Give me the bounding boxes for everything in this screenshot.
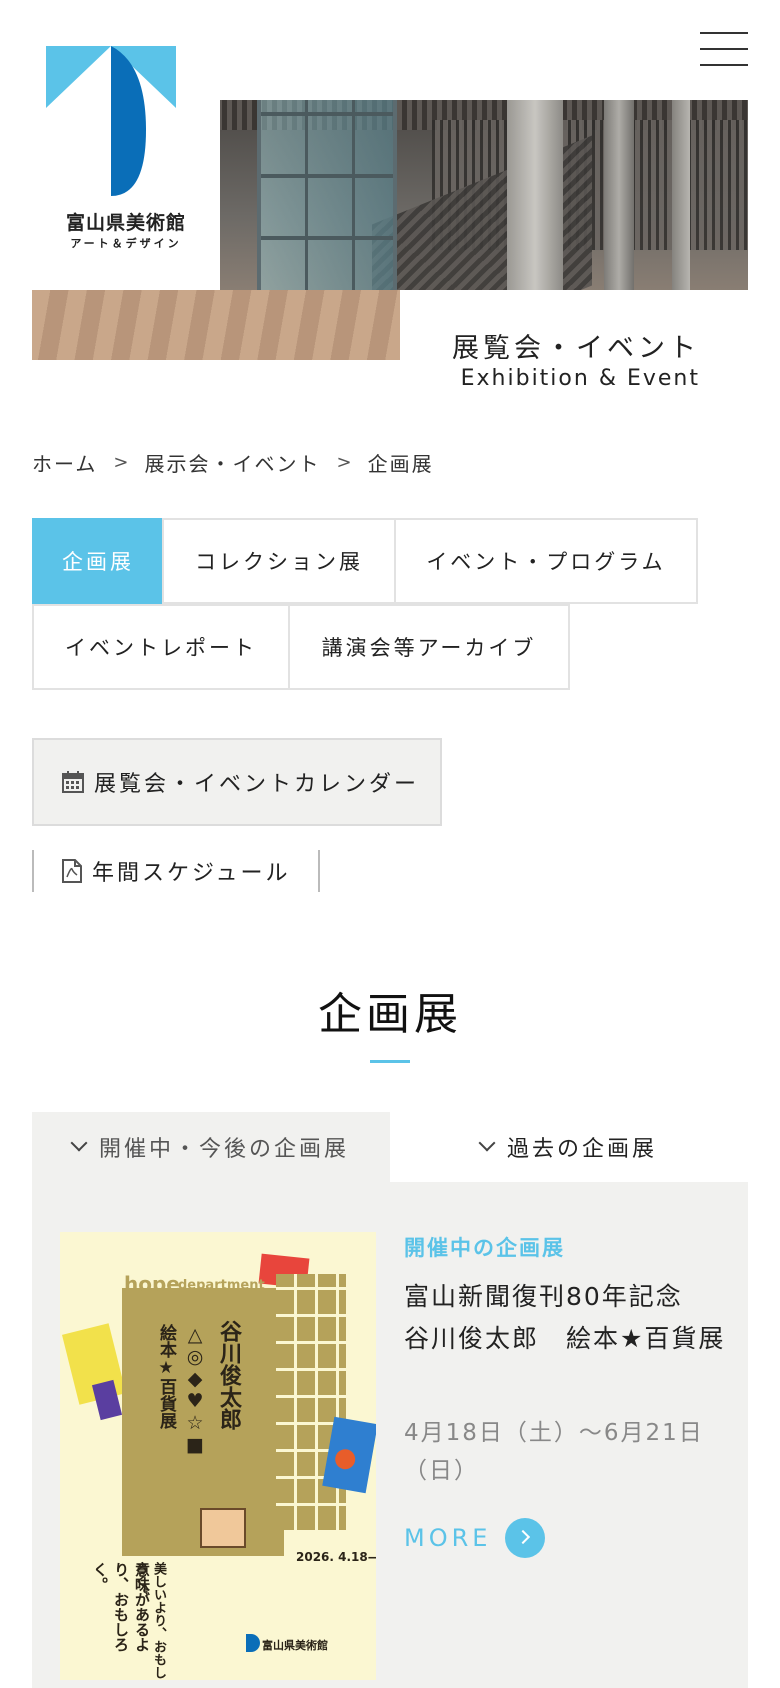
site-logo[interactable]: 富山県美術館 アート＆デザイン	[32, 32, 220, 290]
tab-event-report[interactable]: イベントレポート	[32, 604, 290, 690]
page-title-en: Exhibition & Event	[460, 366, 700, 391]
arrow-right-icon	[505, 1518, 546, 1558]
poster-date: 2026. 4.18—6.21	[296, 1550, 376, 1564]
section-divider	[370, 1060, 410, 1063]
tab-special-exhibition[interactable]: 企画展	[32, 518, 164, 604]
breadcrumb: ホーム > 展示会・イベント > 企画展	[32, 448, 434, 477]
poster-exhibition-name: 絵本★百貨展	[156, 1324, 176, 1429]
logo-name: 富山県美術館	[65, 212, 186, 234]
page-title: 展覧会・イベント	[452, 333, 700, 364]
more-button[interactable]: MORE	[404, 1518, 546, 1558]
annual-schedule-button[interactable]: 年間スケジュール	[32, 850, 320, 892]
filter-past-label: 過去の企画展	[506, 1137, 657, 1162]
logo-subtitle: アート＆デザイン	[70, 237, 182, 250]
chevron-down-icon	[478, 1134, 496, 1152]
poster-hope-text: hope	[124, 1272, 180, 1296]
museum-logo-icon	[246, 1634, 260, 1652]
page-title-box: 展覧会・イベント Exhibition & Event	[400, 290, 748, 400]
event-status: 開催中の企画展	[404, 1236, 565, 1260]
museum-logo-icon	[46, 46, 176, 196]
poster-face-illustration	[200, 1508, 246, 1548]
chevron-down-icon	[70, 1134, 88, 1152]
calendar-icon	[62, 771, 84, 793]
event-calendar-label: 展覧会・イベントカレンダー	[94, 772, 420, 797]
event-calendar-button[interactable]: 展覧会・イベントカレンダー	[32, 738, 442, 826]
chevron-right-icon: >	[113, 452, 131, 473]
pdf-icon	[62, 859, 82, 883]
poster-author-name: 谷川俊太郎	[216, 1320, 241, 1430]
tab-lecture-archive[interactable]: 講演会等アーカイブ	[288, 604, 570, 690]
filter-current-upcoming-label: 開催中・今後の企画展	[98, 1137, 349, 1162]
hamburger-icon[interactable]	[700, 30, 748, 68]
poster-copy-2: 意味があるより、おもしろく。	[91, 1562, 151, 1652]
breadcrumb-home[interactable]: ホーム	[32, 448, 97, 477]
exhibition-poster[interactable]: hope department 谷川俊太郎 △◎◆♥☆■ 絵本★百貨展 美しいよ…	[60, 1232, 376, 1680]
annual-schedule-label: 年間スケジュール	[92, 861, 291, 886]
section-title: 企画展	[318, 989, 462, 1040]
poster-department-text: department	[178, 1278, 265, 1293]
poster-symbols: △◎◆♥☆■	[184, 1324, 206, 1456]
chevron-right-icon: >	[336, 452, 354, 473]
poster-museum-name: 富山県美術館	[262, 1639, 328, 1652]
tab-event-program[interactable]: イベント・プログラム	[394, 518, 698, 604]
filter-current-upcoming[interactable]: 開催中・今後の企画展	[32, 1112, 390, 1182]
category-tabs-row-2: イベントレポート 講演会等アーカイブ	[32, 604, 570, 690]
filter-past[interactable]: 過去の企画展	[390, 1112, 748, 1182]
event-title[interactable]: 富山新聞復刊80年記念 谷川俊太郎 絵本★百貨展	[404, 1276, 730, 1360]
breadcrumb-exhibition-event[interactable]: 展示会・イベント	[145, 448, 321, 477]
event-date: 4月18日（土）～6月21日（日）	[404, 1420, 704, 1484]
more-label: MORE	[404, 1524, 492, 1552]
category-tabs-row-1: 企画展 コレクション展 イベント・プログラム	[32, 518, 698, 604]
tab-collection-exhibition[interactable]: コレクション展	[162, 518, 396, 604]
breadcrumb-current: 企画展	[367, 452, 434, 476]
